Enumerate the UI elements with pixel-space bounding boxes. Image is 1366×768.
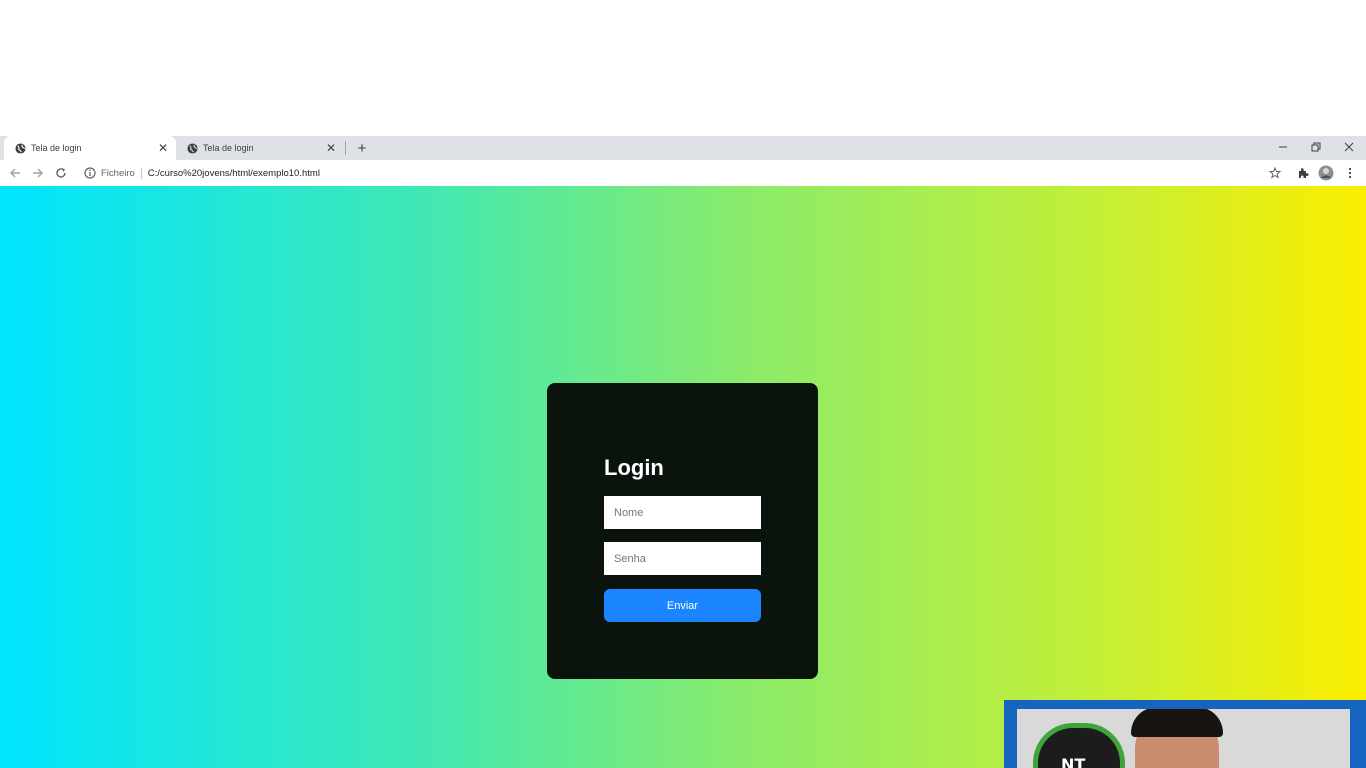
extensions-icon[interactable]	[1293, 163, 1313, 183]
url-text[interactable]: C:/curso%20jovens/html/exemplo10.html	[142, 168, 320, 179]
login-heading: Login	[604, 455, 664, 480]
security-chip[interactable]: Ficheiro	[101, 167, 142, 179]
gradient-page-background: Login Enviar	[0, 186, 1366, 768]
password-input[interactable]	[604, 542, 761, 575]
presenter-hair	[1131, 709, 1223, 737]
star-icon[interactable]	[1265, 163, 1285, 183]
profile-avatar-icon[interactable]	[1316, 163, 1336, 183]
close-tab-icon[interactable]: ✕	[324, 141, 338, 155]
menu-dots-icon[interactable]	[1340, 163, 1360, 183]
tab-strip: Tela de login ✕ Tela de login ✕	[0, 136, 1366, 160]
restore-icon[interactable]	[1301, 137, 1331, 157]
chair-logo: NT	[1061, 755, 1086, 768]
submit-button[interactable]: Enviar	[604, 589, 761, 622]
close-tab-icon[interactable]: ✕	[156, 141, 170, 155]
new-tab-icon[interactable]: +	[353, 139, 371, 157]
reload-icon[interactable]	[51, 163, 71, 183]
tab-tela-de-login-2[interactable]: Tela de login ✕	[176, 136, 344, 160]
webcam-video: NT	[1017, 709, 1350, 768]
minimize-icon[interactable]	[1268, 137, 1298, 157]
address-bar[interactable]: Ficheiro C:/curso%20jovens/html/exemplo1…	[78, 163, 1288, 183]
tab-separator	[345, 141, 346, 155]
info-icon[interactable]	[84, 167, 96, 179]
close-window-icon[interactable]	[1334, 137, 1364, 157]
tab-title: Tela de login	[31, 143, 82, 153]
tab-title: Tela de login	[203, 143, 254, 153]
blank-top-area	[0, 0, 1366, 136]
forward-arrow-icon[interactable]	[28, 163, 48, 183]
login-card: Login Enviar	[547, 383, 818, 679]
globe-icon	[186, 142, 198, 154]
name-input[interactable]	[604, 496, 761, 529]
tab-tela-de-login-1[interactable]: Tela de login ✕	[4, 136, 176, 160]
back-arrow-icon[interactable]	[5, 163, 25, 183]
globe-icon	[14, 142, 26, 154]
